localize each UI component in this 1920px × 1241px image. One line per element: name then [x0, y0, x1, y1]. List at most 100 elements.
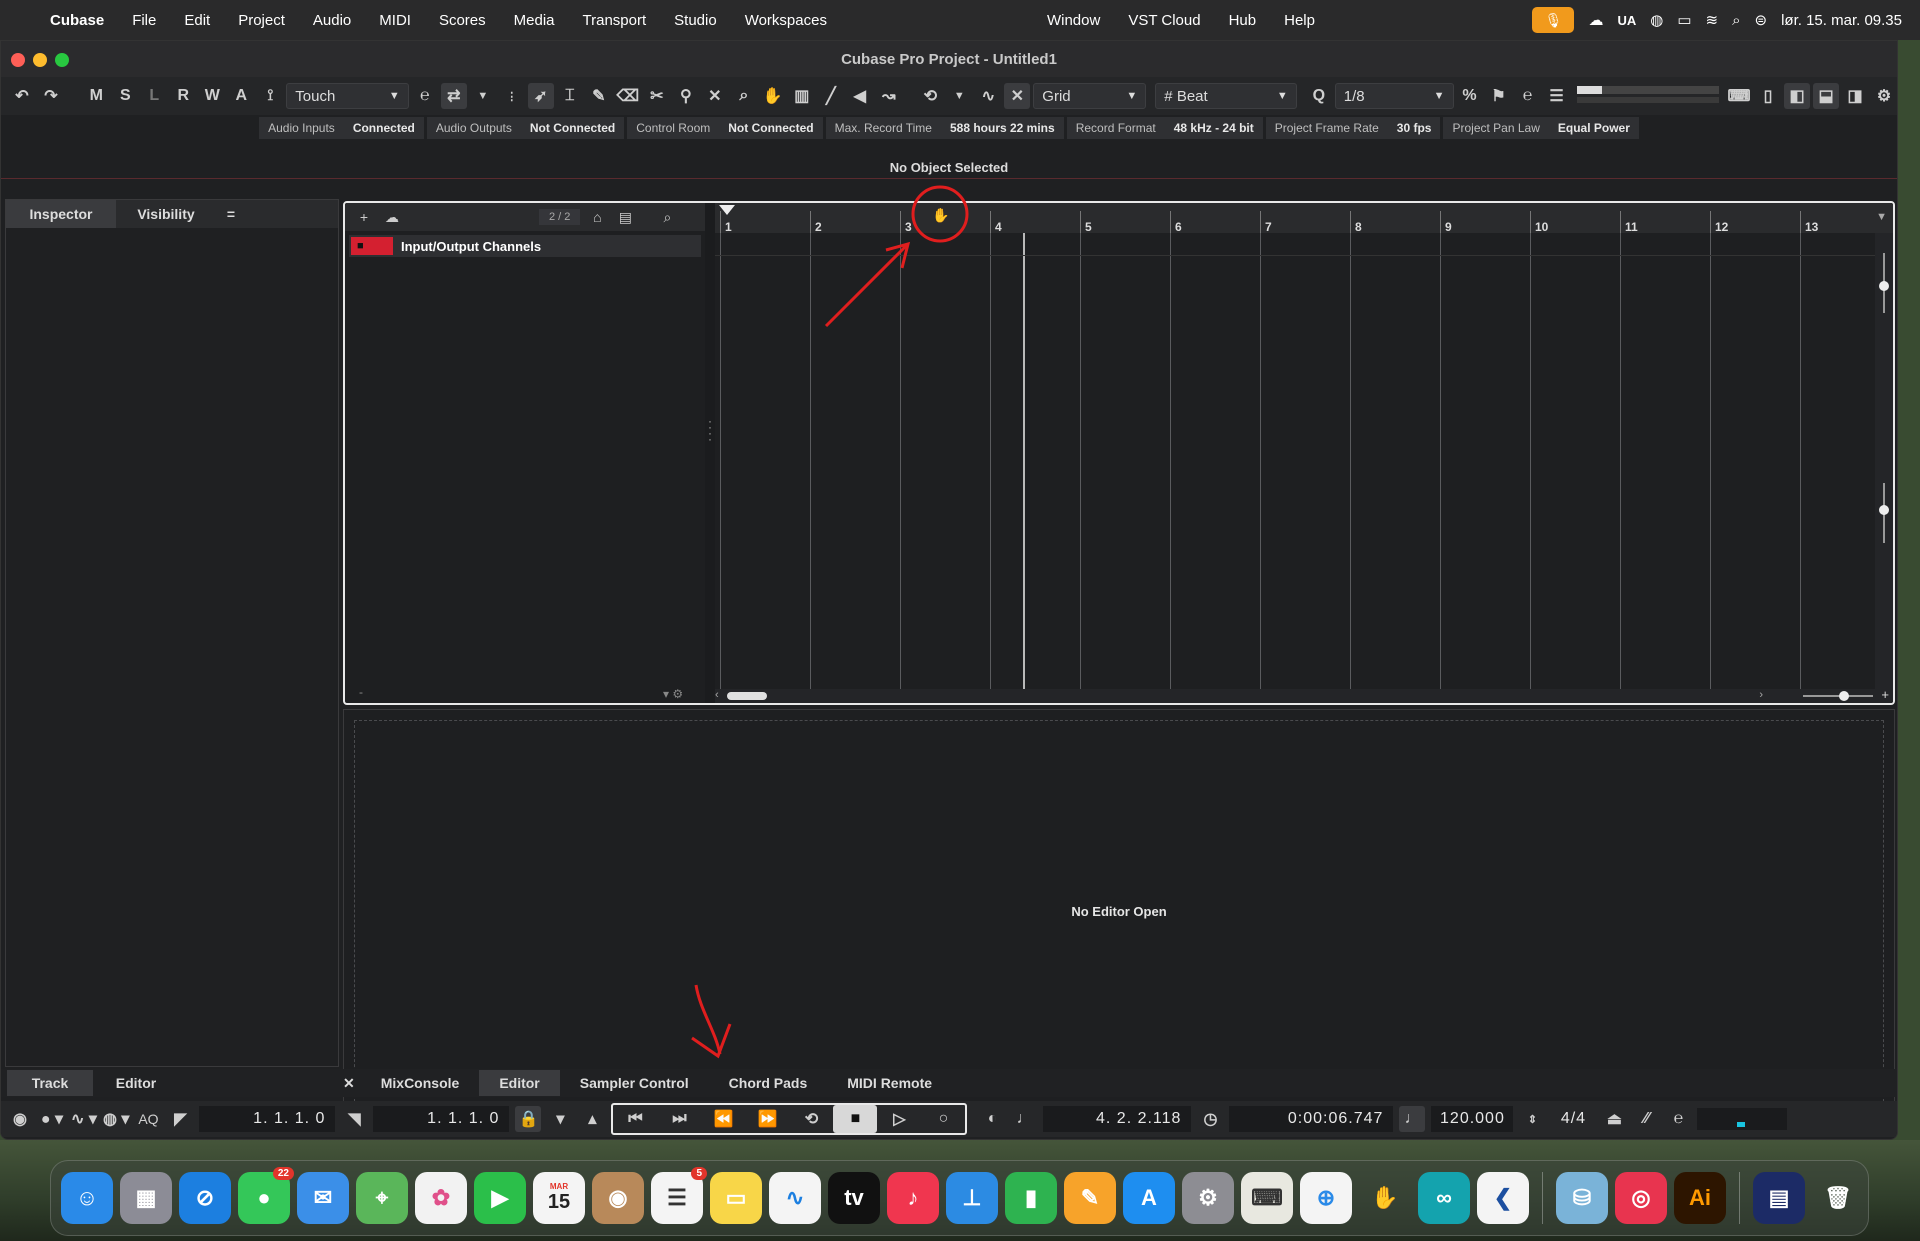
dock-creative-cloud[interactable]: ◎	[1615, 1172, 1667, 1224]
zoom-window-icon[interactable]	[55, 53, 69, 67]
transport-menu-icon[interactable]: ◐	[979, 1106, 1005, 1132]
line-tool-icon[interactable]: ╱	[818, 83, 844, 109]
right-locator-icon[interactable]: ◥	[341, 1106, 367, 1132]
dock-notes[interactable]: ▭	[710, 1172, 762, 1224]
split-tool-icon[interactable]: ✂	[644, 83, 670, 109]
pan-law-status[interactable]: Project Pan Law Equal Power	[1443, 117, 1639, 139]
ruler-options-icon[interactable]: ▼	[1876, 211, 1887, 223]
audio-performance-icon[interactable]: ∿ ▾	[71, 1106, 97, 1132]
vertical-zoom-thumb-lower[interactable]	[1879, 483, 1889, 543]
menu-workspaces[interactable]: Workspaces	[731, 12, 841, 29]
menu-file[interactable]: File	[118, 12, 170, 29]
track-list-divider[interactable]: · · · ·	[705, 203, 715, 703]
mute-tool-icon[interactable]: ✕	[702, 83, 728, 109]
range-selection-tool-icon[interactable]: ⌶	[557, 83, 583, 109]
dock-connect-app[interactable]: ⊕	[1300, 1172, 1352, 1224]
track-list-options-icon[interactable]: ▤	[614, 207, 636, 227]
erase-tool-icon[interactable]: ⌫	[615, 83, 641, 109]
horizontal-zoom-slider[interactable]	[1803, 691, 1873, 701]
menu-scores[interactable]: Scores	[425, 12, 500, 29]
dock-reminders[interactable]: ☰ 5	[651, 1167, 707, 1224]
hand-tool-icon[interactable]: ✋	[760, 83, 786, 109]
auto-quantize-button[interactable]: AQ	[135, 1106, 161, 1132]
rewind-icon[interactable]: ⏪	[701, 1105, 745, 1133]
dock-illustrator[interactable]: Ai	[1674, 1172, 1726, 1224]
menu-app-name[interactable]: Cubase	[36, 12, 118, 29]
snap-zero-crossing-icon[interactable]: ∿	[975, 83, 1001, 109]
dock-facetime[interactable]: ▶	[474, 1172, 526, 1224]
dock-music[interactable]: ♪	[887, 1172, 939, 1224]
fast-forward-icon[interactable]: ⏩	[745, 1105, 789, 1133]
menu-window[interactable]: Window	[1033, 12, 1114, 29]
control-room-status[interactable]: Control Room Not Connected	[627, 117, 823, 139]
snap-type-dropdown[interactable]: Grid ▼	[1033, 83, 1147, 109]
tempo-track-icon[interactable]: ♩	[1399, 1106, 1426, 1132]
dock-calendar[interactable]: MAR 15	[533, 1172, 585, 1224]
mute-button[interactable]: M	[83, 83, 109, 109]
max-record-time-status[interactable]: Max. Record Time 588 hours 22 mins	[825, 117, 1064, 139]
audio-inputs-status[interactable]: Audio Inputs Connected	[259, 117, 424, 139]
vertical-zoom-slider[interactable]	[1879, 253, 1889, 313]
dock-document[interactable]: ▤	[1753, 1172, 1805, 1224]
lock-icon[interactable]: 🔒	[515, 1106, 542, 1132]
add-track-folder-icon[interactable]: ☁	[381, 207, 403, 227]
solo-button[interactable]: S	[112, 83, 138, 109]
iterative-quantize-icon[interactable]: %	[1457, 83, 1483, 109]
precount-icon[interactable]: ⁄⁄	[1633, 1106, 1659, 1132]
stop-icon[interactable]: ■	[833, 1105, 878, 1133]
snap-mode-icon[interactable]: ⟲	[917, 83, 943, 109]
menu-edit[interactable]: Edit	[170, 12, 224, 29]
suspend-automation-icon[interactable]: ℮	[412, 83, 438, 109]
menu-hub[interactable]: Hub	[1215, 12, 1271, 29]
dock-app-store[interactable]: A	[1123, 1172, 1175, 1224]
automation-mode-dropdown[interactable]: Touch ▼	[286, 83, 409, 109]
track-name[interactable]: Input/Output Channels	[401, 239, 541, 254]
track-list-settings-icon[interactable]: ▾ ⚙	[663, 687, 683, 701]
keyboard-icon[interactable]: ⌨	[1726, 83, 1752, 109]
quantize-icon[interactable]: Q	[1306, 83, 1332, 109]
dock-photos[interactable]: ✿	[415, 1172, 467, 1224]
tab-chord-pads[interactable]: Chord Pads	[709, 1070, 828, 1096]
scroll-thumb[interactable]	[727, 692, 767, 700]
audio-outputs-status[interactable]: Audio Outputs Not Connected	[426, 117, 625, 139]
record-mode-icon[interactable]: ● ▾	[39, 1106, 65, 1132]
quantize-settings-icon[interactable]: ⚑	[1486, 83, 1512, 109]
zoom-tool-icon[interactable]: ⌕	[731, 83, 757, 109]
tab-editor[interactable]: Editor	[479, 1070, 560, 1096]
zoom-slider-thumb[interactable]	[1839, 691, 1849, 701]
spotlight-search-icon[interactable]: ⌕	[1732, 12, 1740, 29]
punch-out-icon[interactable]: ▴	[579, 1106, 605, 1132]
left-locator-field[interactable]: 1. 1. 1. 0	[199, 1106, 336, 1132]
dock-safari[interactable]: ⊘	[179, 1172, 231, 1224]
close-window-icon[interactable]	[11, 53, 25, 67]
dock-keyboard-app[interactable]: ⌨	[1241, 1172, 1293, 1224]
menu-project[interactable]: Project	[224, 12, 299, 29]
dock-contacts[interactable]: ◉	[592, 1172, 644, 1224]
sync-icon[interactable]: ℮	[1665, 1106, 1691, 1132]
tab-inspector[interactable]: Inspector	[6, 200, 116, 228]
dock-system-settings[interactable]: ⚙	[1182, 1172, 1234, 1224]
position-bars-field[interactable]: 4. 2. 2.118	[1043, 1106, 1192, 1132]
dock-keynote[interactable]: ⊥	[946, 1172, 998, 1224]
menu-midi[interactable]: MIDI	[365, 12, 425, 29]
frame-rate-status[interactable]: Project Frame Rate 30 fps	[1265, 117, 1441, 139]
metronome-icon[interactable]: ♩	[1011, 1106, 1037, 1132]
wifi-icon[interactable]: ≋	[1706, 11, 1719, 29]
vertical-scrollbar[interactable]	[1875, 233, 1893, 689]
project-cursor[interactable]	[1023, 233, 1025, 689]
dock-finder[interactable]: ☺	[61, 1172, 113, 1224]
draw-tool-icon[interactable]: ✎	[586, 83, 612, 109]
find-track-icon[interactable]: ⌕	[656, 207, 678, 227]
record-format-status[interactable]: Record Format 48 kHz - 24 bit	[1066, 117, 1263, 139]
dock-cubase[interactable]: ❮	[1477, 1172, 1529, 1224]
zoom-in-icon[interactable]: +	[1881, 687, 1889, 702]
apply-quantize-icon[interactable]: ℮	[1515, 83, 1541, 109]
dock-drive[interactable]: ⛁	[1556, 1172, 1608, 1224]
show-left-zone-panel-icon[interactable]: ◧	[1784, 83, 1810, 109]
quantize-preset-dropdown[interactable]: 1/8 ▼	[1334, 83, 1454, 109]
punch-in-icon[interactable]: ▾	[547, 1106, 573, 1132]
track-row[interactable]: ■ Input/Output Channels	[349, 235, 701, 257]
go-to-start-icon[interactable]: ⏮	[613, 1105, 657, 1133]
tab-sampler-control[interactable]: Sampler Control	[560, 1070, 709, 1096]
event-display[interactable]	[715, 233, 1875, 689]
